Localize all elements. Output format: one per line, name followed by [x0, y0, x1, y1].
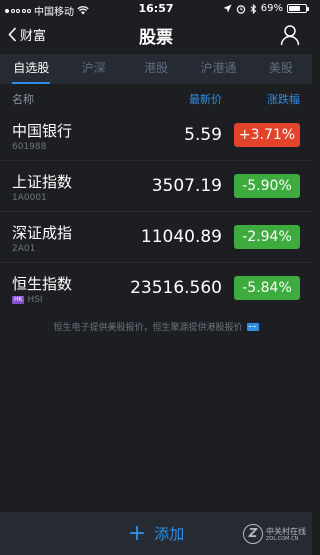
stock-code-wrap: HK HSI [12, 295, 43, 305]
tab-stock-connect[interactable]: 沪港通 [187, 54, 249, 84]
tab-us-stocks[interactable]: 美股 [250, 54, 312, 84]
stock-row[interactable]: 上证指数 1A0001 3507.19 -5.90% [0, 161, 312, 212]
page-title: 股票 [139, 28, 173, 48]
battery-icon [287, 4, 309, 13]
status-right: 69% [223, 3, 309, 14]
stock-price: 11040.89 [140, 227, 222, 247]
stock-name: 上证指数 [12, 173, 73, 191]
tab-hong-kong[interactable]: 港股 [125, 54, 187, 84]
stock-code: 2A01 [12, 244, 36, 254]
column-price-header[interactable]: 最新价 [189, 91, 222, 107]
more-icon[interactable] [246, 322, 259, 331]
stock-name: 恒生指数 [12, 275, 73, 293]
change-badge[interactable]: -2.94% [234, 225, 300, 249]
stock-price: 23516.560 [130, 278, 222, 298]
stock-code: HSI [27, 295, 43, 305]
bluetooth-icon [250, 3, 256, 14]
stock-code: 601988 [12, 142, 47, 152]
tab-shanghai-shenzhen[interactable]: 沪深 [62, 54, 124, 84]
stock-name: 中国银行 [12, 122, 73, 140]
watermark-text-block: 中关村在线 ZOL.COM.CN [266, 527, 306, 542]
user-icon[interactable] [280, 24, 300, 46]
status-bar: 中国移动 16:57 69% [0, 0, 312, 18]
stock-price: 5.59 [184, 125, 222, 145]
watermark: Z 中关村在线 ZOL.COM.CN [243, 524, 306, 544]
stock-row[interactable]: 深证成指 2A01 11040.89 -2.94% [0, 212, 312, 263]
data-source-note: 恒生电子提供美股报价，恒生聚源提供港股报价 [0, 320, 312, 333]
alarm-icon [236, 4, 245, 14]
watermark-logo: Z [243, 524, 263, 544]
change-badge[interactable]: -5.90% [234, 174, 300, 198]
stock-row[interactable]: 恒生指数 HK HSI 23516.560 -5.84% [0, 263, 312, 314]
change-badge[interactable]: +3.71% [234, 123, 300, 147]
hk-market-badge: HK [12, 296, 25, 304]
stock-code-wrap: 2A01 [12, 244, 35, 254]
stock-code-wrap: 601988 [12, 142, 46, 152]
nav-bar: 财富 股票 [0, 18, 312, 54]
stock-code-wrap: 1A0001 [12, 193, 47, 203]
watermark-text: 中关村在线 [266, 526, 306, 536]
change-badge[interactable]: -5.84% [234, 276, 300, 300]
battery-percent: 69% [260, 3, 283, 14]
watermark-sub: ZOL.COM.CN [266, 535, 299, 542]
location-icon [223, 4, 232, 13]
plus-icon: + [127, 520, 147, 546]
tab-watchlist[interactable]: 自选股 [0, 54, 62, 84]
market-tabs: 自选股 沪深 港股 沪港通 美股 [0, 54, 312, 84]
stock-list: 中国银行 601988 5.59 +3.71% 上证指数 1A0001 3507… [0, 110, 312, 314]
stock-name: 深证成指 [12, 224, 73, 242]
column-header: 名称 最新价 涨跌幅 [0, 84, 312, 110]
add-label: 添加 [154, 525, 185, 543]
data-source-text: 恒生电子提供美股报价，恒生聚源提供港股报价 [53, 323, 243, 333]
stock-price: 3507.19 [151, 176, 222, 196]
column-name-header: 名称 [12, 93, 34, 106]
stock-row[interactable]: 中国银行 601988 5.59 +3.71% [0, 110, 312, 161]
column-change-header[interactable]: 涨跌幅 [267, 91, 300, 107]
stock-code: 1A0001 [12, 193, 47, 203]
battery-fill [289, 6, 301, 11]
